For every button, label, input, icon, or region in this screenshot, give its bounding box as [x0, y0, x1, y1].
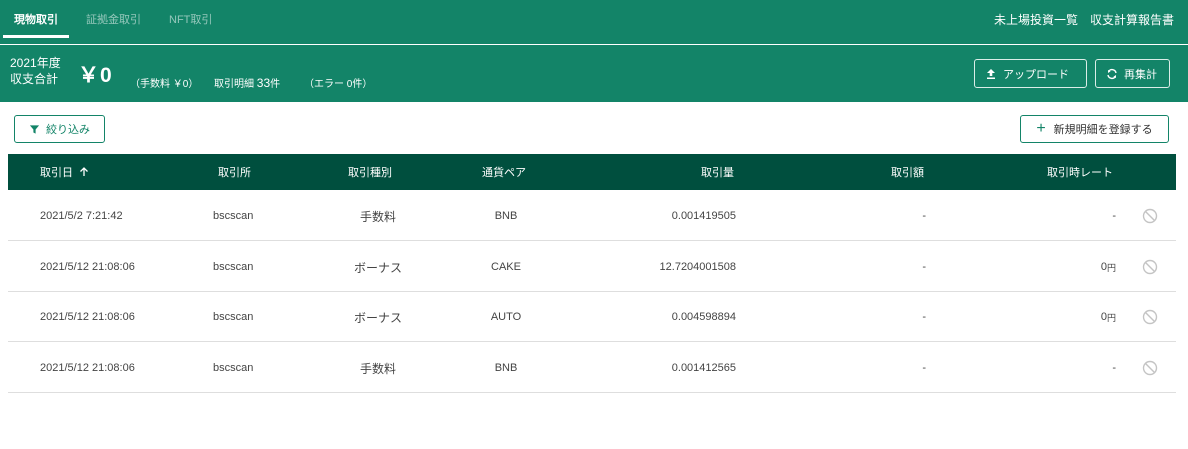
rate-value: - — [1112, 362, 1116, 374]
cell-pair: BNB — [494, 210, 518, 222]
ban-icon[interactable] — [1142, 259, 1158, 275]
cell-date: 2021/5/2 7:21:42 — [40, 210, 123, 222]
header-pair: 通貨ペア — [482, 167, 526, 179]
count-unit: 件 — [270, 79, 281, 90]
cell-amount: 0.004598894 — [671, 311, 736, 323]
tab-bar: 現物取引 証拠金取引 NFT取引 — [0, 0, 226, 38]
tab-margin[interactable]: 証拠金取引 — [72, 0, 155, 38]
ban-icon[interactable] — [1142, 208, 1158, 224]
cell-value: - — [922, 311, 926, 323]
error-count: （エラー 0件） — [304, 79, 373, 90]
funnel-icon — [29, 124, 40, 134]
upload-label: アップロード — [1003, 68, 1069, 81]
tab-nft[interactable]: NFT取引 — [155, 0, 226, 38]
upload-icon — [987, 68, 995, 79]
cell-rate: 0円 — [1101, 292, 1116, 342]
upload-button[interactable]: アップロード — [974, 59, 1087, 88]
report-link[interactable]: 収支計算報告書 — [1090, 11, 1174, 28]
header-amount: 取引量 — [701, 167, 734, 179]
summary-panel: 2021年度 収支合計 ￥0 （手数料 ￥0） 取引明細 33件 （エラー 0件… — [0, 45, 1188, 102]
cell-type: ボーナス — [353, 310, 402, 325]
cell-type: 手数料 — [359, 209, 396, 224]
year-block: 2021年度 収支合計 — [10, 55, 61, 87]
fiscal-year: 2021年度 — [10, 56, 61, 70]
header-exchange: 取引所 — [218, 167, 251, 179]
cell-value: - — [922, 362, 926, 374]
ban-icon[interactable] — [1142, 309, 1158, 325]
header-value: 取引額 — [891, 167, 924, 179]
top-links: 未上場投資一覧 収支計算報告書 — [994, 0, 1174, 38]
filter-label: 絞り込み — [46, 124, 90, 136]
row-action[interactable] — [1142, 242, 1160, 292]
cell-value: - — [922, 210, 926, 222]
header-rate: 取引時レート — [1047, 167, 1113, 179]
cell-exchange: bscscan — [213, 210, 254, 222]
table-row: 2021/5/12 21:08:06 bscscan ボーナス CAKE 12.… — [8, 242, 1176, 292]
fee-summary: （手数料 ￥0） — [130, 79, 199, 90]
cell-date: 2021/5/12 21:08:06 — [40, 362, 135, 374]
refresh-icon — [1107, 68, 1117, 79]
cell-amount: 12.7204001508 — [659, 261, 736, 273]
cell-date: 2021/5/12 21:08:06 — [40, 311, 135, 323]
cell-pair: CAKE — [491, 261, 521, 273]
recalculate-button[interactable]: 再集計 — [1095, 59, 1170, 88]
transaction-count: 取引明細 33件 — [214, 75, 280, 90]
cell-pair: BNB — [494, 362, 518, 374]
new-entry-label: 新規明細を登録する — [1053, 124, 1153, 136]
cell-rate: - — [1112, 191, 1116, 241]
cell-exchange: bscscan — [213, 362, 254, 374]
header-date-label: 取引日 — [40, 167, 73, 179]
arrow-up-icon — [80, 167, 88, 176]
rate-unit: 円 — [1106, 312, 1116, 323]
rate-unit: 円 — [1106, 262, 1116, 273]
new-entry-button[interactable]: + 新規明細を登録する — [1020, 115, 1169, 143]
row-action[interactable] — [1142, 292, 1160, 342]
table-row: 2021/5/2 7:21:42 bscscan 手数料 BNB 0.00141… — [8, 191, 1176, 241]
cell-pair: AUTO — [490, 311, 522, 323]
cell-amount: 0.001412565 — [671, 362, 736, 374]
tab-spot[interactable]: 現物取引 — [0, 0, 72, 38]
ban-icon[interactable] — [1142, 360, 1158, 376]
table-row: 2021/5/12 21:08:06 bscscan ボーナス AUTO 0.0… — [8, 292, 1176, 342]
total-value: ￥0 — [78, 64, 113, 87]
count-label: 取引明細 — [214, 79, 254, 90]
cell-exchange: bscscan — [213, 311, 254, 323]
filter-button[interactable]: 絞り込み — [14, 115, 105, 143]
cell-amount: 0.001419505 — [671, 210, 736, 222]
row-action[interactable] — [1142, 191, 1160, 241]
plus-icon: + — [1036, 120, 1046, 137]
recalculate-label: 再集計 — [1124, 68, 1157, 81]
header-type: 取引種別 — [348, 167, 392, 179]
count-value: 33 — [256, 76, 271, 90]
cell-date: 2021/5/12 21:08:06 — [40, 261, 135, 273]
rate-value: - — [1112, 210, 1116, 222]
table-header: 取引日 取引所 取引種別 通貨ペア 取引量 取引額 取引時レート — [8, 154, 1176, 190]
row-action[interactable] — [1142, 343, 1160, 393]
cell-rate: 0円 — [1101, 242, 1116, 292]
header-date[interactable]: 取引日 — [40, 154, 89, 190]
cell-value: - — [922, 261, 926, 273]
unlisted-investments-link[interactable]: 未上場投資一覧 — [994, 11, 1078, 28]
total-label: 収支合計 — [10, 72, 59, 86]
table-row: 2021/5/12 21:08:06 bscscan 手数料 BNB 0.001… — [8, 343, 1176, 393]
cell-rate: - — [1112, 343, 1116, 393]
cell-exchange: bscscan — [213, 261, 254, 273]
cell-type: ボーナス — [353, 260, 402, 275]
top-bar: 現物取引 証拠金取引 NFT取引 未上場投資一覧 収支計算報告書 — [0, 0, 1188, 44]
cell-type: 手数料 — [359, 361, 396, 376]
